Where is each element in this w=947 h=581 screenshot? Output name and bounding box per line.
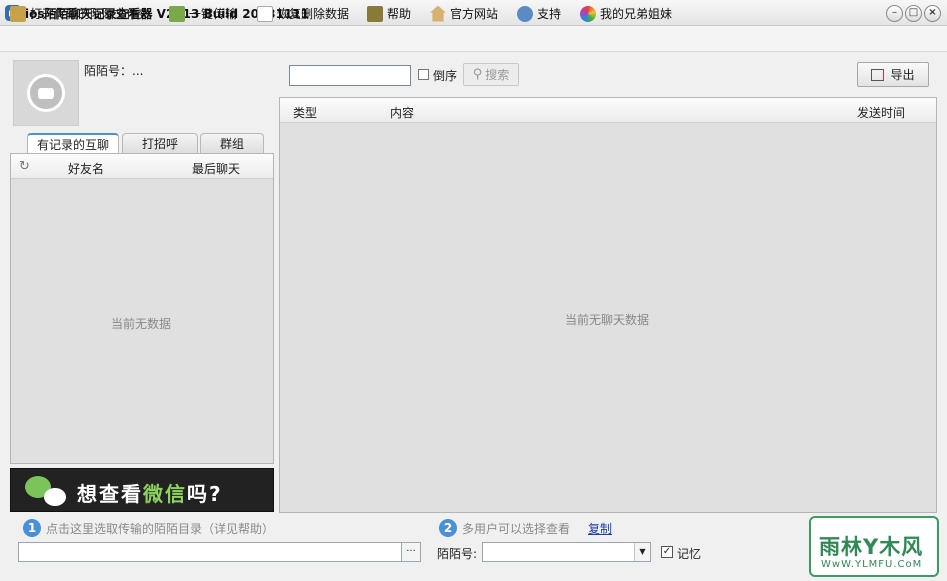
copy-link[interactable]: 复制 [588, 520, 612, 537]
column-content[interactable]: 内容 [390, 104, 414, 121]
colorwheel-icon [580, 5, 596, 22]
column-type[interactable]: 类型 [293, 104, 317, 121]
friend-list[interactable]: ↻ 好友名 最后聊天 当前无数据 [10, 153, 274, 464]
help-button[interactable]: 帮助 [367, 5, 411, 22]
remember-checkbox[interactable]: ✓ [661, 546, 673, 558]
export-button-label: 导出 [890, 68, 915, 82]
toolbar-label: 一键传输 [189, 7, 238, 21]
open-folder-button[interactable]: 打开传输的陌陌文件夹 [10, 5, 150, 22]
toolbar [0, 26, 947, 52]
reverse-order-checkbox[interactable] [418, 69, 429, 80]
step-2-badge: 2 [439, 519, 457, 537]
column-friend-name[interactable]: 好友名 [68, 160, 104, 177]
step-2-hint: 多用户可以选择查看 [462, 522, 571, 536]
tab-groups[interactable]: 群组 [200, 133, 264, 153]
toolbar-label: 官方网站 [450, 7, 499, 21]
toolbar-label: 恢复删除数据 [277, 7, 350, 21]
step-1-badge: 1 [23, 519, 41, 537]
reverse-order-label: 倒序 [433, 69, 458, 83]
tab-greetings[interactable]: 打招呼 [122, 133, 198, 153]
toolbar-label: 帮助 [387, 7, 412, 21]
restore-deleted-button[interactable]: 恢复删除数据 [257, 5, 349, 22]
watermark-url: WwW.YLMFU.CoM [821, 559, 923, 570]
message-list-empty-text: 当前无聊天数据 [565, 313, 650, 327]
close-button[interactable]: × [924, 5, 941, 22]
momo-id-select[interactable]: ▼ [482, 542, 651, 562]
transfer-icon [169, 5, 185, 22]
ad-text: 想查看微信吗? [77, 482, 223, 506]
search-button-label: 搜索 [485, 68, 510, 82]
watermark-text: 雨林Y木风 [819, 535, 924, 559]
maximize-button[interactable]: □ [905, 5, 922, 22]
momo-id-label: 陌陌号：... [84, 64, 144, 78]
toolbar-label: 打开传输的陌陌文件夹 [30, 7, 151, 21]
book-icon [367, 5, 383, 22]
toolbar-label: 我的兄弟姐妹 [600, 7, 673, 21]
export-button[interactable]: 导出 [857, 62, 929, 87]
browse-button[interactable]: ··· [402, 542, 421, 562]
home-icon [430, 5, 446, 22]
official-site-button[interactable]: 官方网站 [430, 5, 498, 22]
momo-logo-icon [27, 74, 65, 112]
people-icon [517, 5, 533, 22]
friend-list-empty-text: 当前无数据 [111, 317, 172, 331]
column-send-time[interactable]: 发送时间 [857, 104, 905, 121]
restore-icon [257, 5, 273, 22]
search-input[interactable] [289, 65, 411, 86]
export-icon [871, 68, 885, 81]
folder-icon [10, 5, 26, 22]
search-icon: ⚲ [472, 67, 483, 82]
message-list[interactable]: 类型 内容 发送时间 当前无聊天数据 [279, 97, 937, 513]
siblings-button[interactable]: 我的兄弟姐妹 [580, 5, 672, 22]
search-button[interactable]: ⚲ 搜索 [463, 63, 519, 86]
chevron-down-icon[interactable]: ▼ [634, 543, 650, 561]
friend-list-header: ↻ 好友名 最后聊天 [11, 154, 273, 179]
refresh-icon[interactable]: ↻ [19, 159, 30, 174]
tab-chat-records[interactable]: 有记录的互聊 [27, 133, 119, 154]
one-click-transfer-button[interactable]: 一键传输 [169, 5, 237, 22]
message-list-header: 类型 内容 发送时间 [280, 98, 936, 123]
watermark-logo: 雨林Y木风 WwW.YLMFU.CoM [809, 516, 939, 577]
wechat-ad-banner[interactable]: 想查看微信吗? [10, 468, 274, 512]
avatar [13, 60, 79, 126]
minimize-button[interactable]: – [886, 5, 903, 22]
step-1-hint[interactable]: 点击这里选取传输的陌陌目录（详见帮助） [46, 520, 274, 537]
directory-path-input[interactable] [18, 542, 402, 562]
chat-bubble-icon [44, 488, 66, 506]
column-last-chat[interactable]: 最后聊天 [192, 160, 240, 177]
toolbar-label: 支持 [537, 7, 562, 21]
remember-label: 记忆 [677, 547, 702, 561]
momo-id-select-label: 陌陌号: [437, 547, 478, 561]
support-button[interactable]: 支持 [517, 5, 561, 22]
